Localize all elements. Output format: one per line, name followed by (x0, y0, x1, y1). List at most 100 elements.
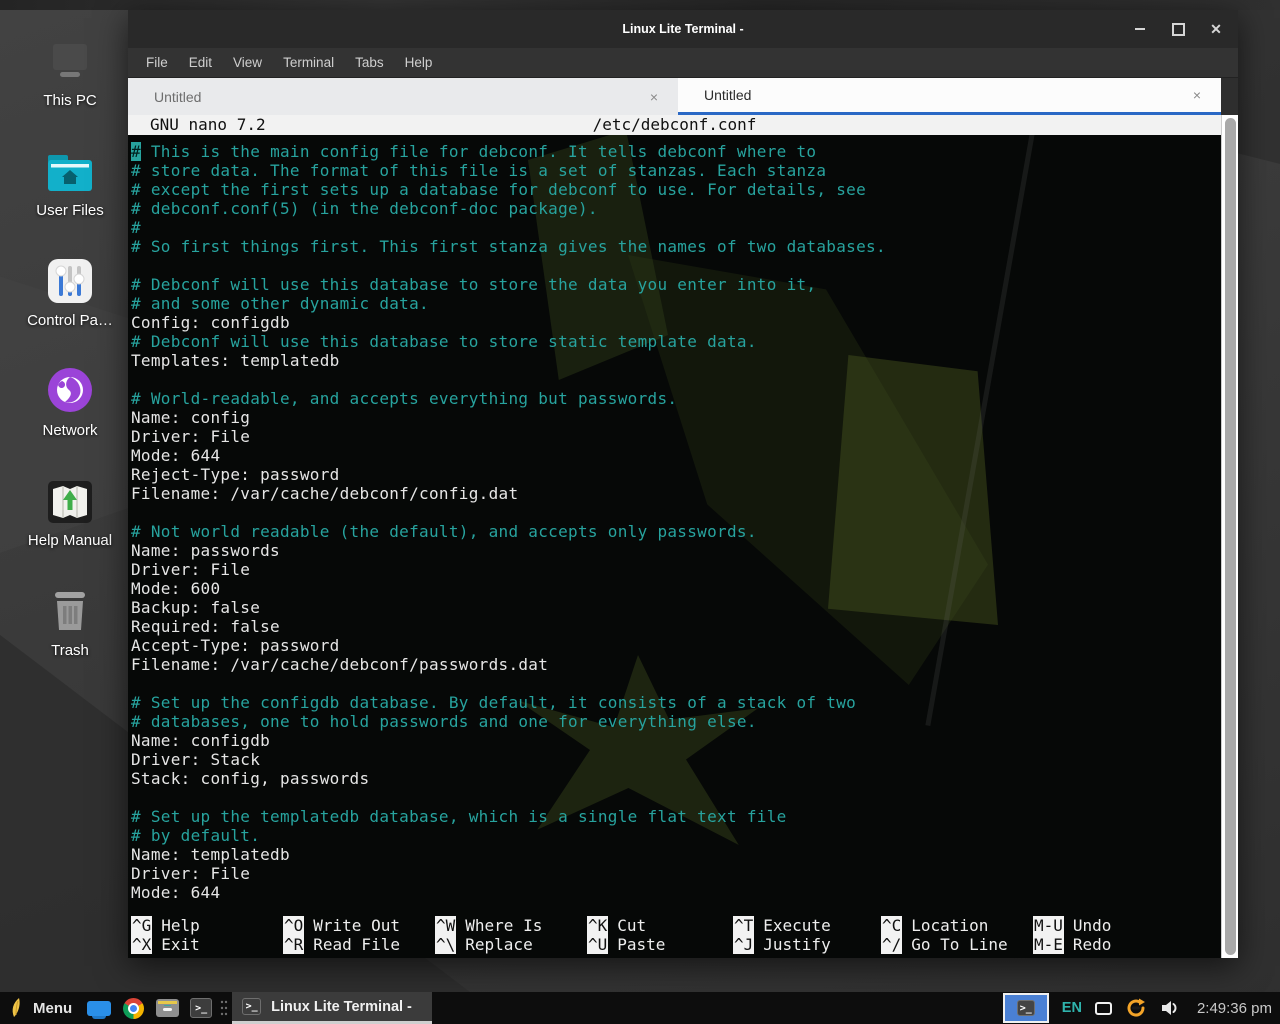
menu-bar: File Edit View Terminal Tabs Help (128, 48, 1238, 78)
desktop-icon-user-files[interactable]: User Files (10, 138, 130, 248)
tab-close-icon[interactable]: × (650, 89, 658, 105)
terminal-line: # Debconf will use this database to stor… (131, 332, 1221, 351)
desktop-icon-help-manual[interactable]: Help Manual (10, 468, 130, 578)
taskbar-window-label: Linux Lite Terminal - (271, 999, 412, 1015)
terminal-line (131, 256, 1221, 275)
desktop-icon-network[interactable]: Network (10, 358, 130, 468)
text-cursor: # (131, 142, 141, 161)
menu-item-file[interactable]: File (146, 55, 168, 70)
taskbar-clock[interactable]: 2:49:36 pm (1197, 1000, 1272, 1017)
window-title: Linux Lite Terminal - (128, 22, 1238, 36)
tab-untitled-2[interactable]: Untitled × (678, 78, 1221, 115)
start-menu-button[interactable]: Menu (0, 992, 82, 1024)
terminal-line (131, 674, 1221, 693)
scrollbar-track[interactable] (1221, 115, 1238, 958)
shortcut-key: ^C (881, 916, 902, 935)
desktop-icon-label: Help Manual (28, 532, 112, 549)
wallpaper-facet (0, 0, 1280, 10)
trash-can-icon (48, 578, 92, 634)
terminal-line: # This is the main config file for debco… (131, 142, 1221, 161)
taskbar-window-button[interactable]: >_ Linux Lite Terminal - (232, 992, 432, 1024)
close-icon[interactable]: ✕ (1208, 21, 1224, 37)
terminal-line: Driver: File (131, 560, 1221, 579)
shortcut-column: ^GHelp^XExit (131, 916, 200, 954)
launcher-file-cabinet[interactable] (150, 992, 184, 1024)
shortcut-key: ^X (131, 935, 152, 954)
taskbar-tray: >_ EN 2:49:36 pm (1003, 992, 1280, 1024)
desktop-icon-control-panel[interactable]: Control Pa… (10, 248, 130, 358)
shortcut-hint: ^W Where Is (435, 916, 542, 935)
terminal-line: # So first things first. This first stan… (131, 237, 1221, 256)
shortcut-key: ^/ (881, 935, 902, 954)
shortcut-hint: ^T Execute (733, 916, 831, 935)
shortcut-key: M-E (1033, 935, 1064, 954)
home-folder-icon (45, 138, 95, 194)
manual-book-icon (47, 468, 93, 524)
terminal-line: Templates: templatedb (131, 351, 1221, 370)
menu-item-edit[interactable]: Edit (189, 55, 212, 70)
keyboard-layout-indicator[interactable]: EN (1062, 1000, 1082, 1016)
terminal-line: Accept-Type: password (131, 636, 1221, 655)
start-menu-label: Menu (33, 1000, 72, 1017)
terminal-line: Name: configdb (131, 731, 1221, 750)
shortcut-column: ^TExecute^JJustify (733, 916, 831, 954)
shortcut-label: Execute (763, 916, 830, 935)
shortcut-hint: ^/Go To Line (881, 935, 1008, 954)
launcher-chrome[interactable] (116, 992, 150, 1024)
desktop-icon-label: Control Pa… (27, 312, 113, 329)
shortcut-column: M-UUndoM-ERedo (1033, 916, 1111, 954)
terminal-icon: >_ (242, 998, 261, 1015)
updates-tray[interactable] (1125, 997, 1147, 1019)
tab-untitled-1[interactable]: Untitled × (128, 78, 678, 115)
globe-icon (46, 358, 94, 414)
display-settings-tray[interactable] (1095, 1002, 1112, 1015)
shortcut-label: Where Is (465, 916, 542, 935)
menu-item-terminal[interactable]: Terminal (283, 55, 334, 70)
workspace-switcher[interactable]: >_ (1003, 993, 1049, 1023)
shortcut-column: ^CLocation^/Go To Line (881, 916, 1008, 954)
window-controls: ✕ (1132, 10, 1224, 48)
laptop-icon (44, 28, 96, 84)
shortcut-label: Read File (313, 935, 400, 954)
terminal-line: Name: passwords (131, 541, 1221, 560)
shortcut-hint: M-UUndo (1033, 916, 1111, 935)
tab-close-icon[interactable]: × (1193, 87, 1201, 103)
desktop-icon-label: User Files (36, 202, 104, 219)
shortcut-label: Write Out (313, 916, 400, 935)
shortcut-label: Undo (1073, 916, 1112, 935)
shortcut-label: Cut (617, 916, 646, 935)
tab-bar: Untitled × Untitled × (128, 78, 1238, 115)
terminal-line (131, 503, 1221, 522)
nano-content: GNU nano 7.2 /etc/debconf.conf # This is… (128, 115, 1221, 958)
shortcut-key: ^T (733, 916, 754, 935)
desktop-icon-this-pc[interactable]: This PC (10, 28, 130, 138)
menu-item-tabs[interactable]: Tabs (355, 55, 384, 70)
shortcut-key: ^W (435, 916, 456, 935)
terminal-line: # Set up the configdb database. By defau… (131, 693, 1221, 712)
launcher-display[interactable] (82, 992, 116, 1024)
shortcut-label: Replace (465, 935, 532, 954)
nano-lines: # This is the main config file for debco… (128, 135, 1221, 958)
desktop-icon-trash[interactable]: Trash (10, 578, 130, 688)
shortcut-key: ^U (587, 935, 608, 954)
terminal-line: # store data. The format of this file is… (131, 161, 1221, 180)
terminal-line: Filename: /var/cache/debconf/config.dat (131, 484, 1221, 503)
terminal-window: Linux Lite Terminal - ✕ File Edit View Term… (128, 10, 1238, 958)
scrollbar-thumb[interactable] (1225, 118, 1236, 955)
volume-tray[interactable] (1160, 999, 1180, 1017)
window-titlebar[interactable]: Linux Lite Terminal - ✕ (128, 10, 1238, 48)
volume-icon (1160, 999, 1180, 1017)
shortcut-hint: ^UPaste (587, 935, 665, 954)
terminal-line: Driver: Stack (131, 750, 1221, 769)
shortcut-hint: ^\Replace (435, 935, 542, 954)
menu-item-help[interactable]: Help (405, 55, 433, 70)
terminal-line (131, 370, 1221, 389)
panel-drag-handle[interactable] (218, 992, 230, 1024)
launcher-terminal[interactable]: >_ (184, 992, 218, 1024)
maximize-icon[interactable] (1170, 21, 1186, 37)
minimize-icon[interactable] (1132, 21, 1148, 37)
menu-item-view[interactable]: View (233, 55, 262, 70)
taskbar: Menu >_ >_ Linux Lite Terminal - >_ E (0, 992, 1280, 1024)
nano-editor[interactable]: GNU nano 7.2 /etc/debconf.conf # This is… (128, 115, 1238, 958)
sliders-icon (47, 248, 93, 304)
